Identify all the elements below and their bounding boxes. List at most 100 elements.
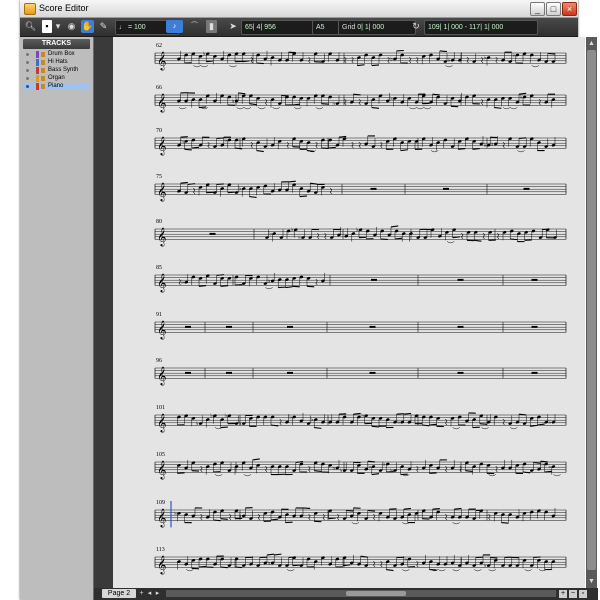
speaker-icon[interactable]: ◉ [65,20,78,33]
track-dot-icon [26,77,29,80]
quarter-rest-icon [329,187,333,195]
maximize-button[interactable]: □ [546,2,561,16]
zoom-tool-icon[interactable]: 🔍︎ [24,20,37,33]
whole-rest-icon [531,371,538,374]
whole-rest-icon [185,371,191,374]
note-beam [292,103,300,106]
rest-tool-icon[interactable]: ▮ [206,20,217,33]
quarter-rest-icon [265,465,268,473]
vertical-scrollbar[interactable]: ▲ ▼ [586,37,597,588]
whole-rest-icon [523,187,530,190]
note-tie [286,569,295,572]
note-beam [458,147,466,150]
track-item-hi-hats[interactable]: Hi Hats [23,59,90,66]
zoom-out-icon[interactable]: − [569,590,577,598]
pointer-icon: ➤ [229,21,237,31]
note-tie [243,474,252,477]
grid-label: Grid [342,24,356,31]
select-tool-dropdown-icon[interactable]: ▾ [54,20,62,33]
treble-clef-icon: 𝄞 [157,460,166,480]
flat-accidental-icon: ♭ [332,101,335,108]
vertical-scroll-thumb[interactable] [587,50,596,570]
measure-number: 96 [156,358,162,364]
staff-system: 80 𝄞 ♭ ♭ ♭ ♭ [154,219,567,247]
track-item-organ[interactable]: Organ [23,75,90,82]
note-beam [295,461,304,464]
close-button[interactable]: × [562,2,577,16]
whole-rest-icon [226,371,232,374]
flat-accidental-icon: ♭ [356,227,359,234]
measure-number: 75 [156,174,162,180]
track-instrument-icon [41,76,45,81]
note-beam [353,93,361,96]
zoom-fit-icon[interactable]: ▫ [579,590,587,598]
minimize-button[interactable]: _ [530,2,545,16]
measure-number: 70 [156,128,162,134]
position-display[interactable]: 65| 4| 956 [241,20,317,35]
loop-range-display[interactable]: 109| 1| 000 - 117| 1| 000 [424,20,538,35]
track-item-piano[interactable]: Piano [23,83,90,90]
note-beam [403,507,412,510]
key-display[interactable]: A5 [312,20,340,35]
hand-tool-icon[interactable]: ✋ [81,20,94,33]
note-beam [220,426,228,429]
flat-accidental-icon: ♭ [404,556,407,563]
note-beam [252,458,260,461]
horizontal-scrollbar[interactable] [166,590,556,597]
zoom-in-icon[interactable]: + [559,590,567,598]
note-beam [465,470,473,472]
track-color-swatch [36,83,39,90]
whole-rest-icon [457,371,464,374]
flat-accidental-icon: ♭ [484,563,487,570]
note-beam [494,107,502,109]
note-beam [472,148,480,150]
score-gutter [94,37,113,600]
flat-accidental-icon: ♭ [512,52,515,59]
page-add-icon[interactable]: + [138,589,145,598]
quarter-rest-icon [466,56,469,64]
track-instrument-icon [41,52,45,57]
pencil-tool-icon[interactable]: ✎ [97,20,110,33]
quarter-rest-icon [358,98,361,106]
note-tie [229,65,237,68]
track-dot-icon [26,61,29,64]
scroll-down-icon[interactable]: ▼ [587,577,596,586]
note-beam [306,150,315,152]
page-next-icon[interactable]: ▸ [154,589,161,598]
flat-accidental-icon: ♭ [332,465,335,472]
staff-system: 66 𝄞 ♭ ♭ ♭ ♭ [154,85,567,113]
grid-selector[interactable]: Grid 0| 1| 000 [338,20,416,35]
note-beam [234,566,243,569]
horizontal-scroll-thumb[interactable] [346,591,406,596]
track-name: Organ [48,75,65,81]
scroll-up-icon[interactable]: ▲ [587,39,596,48]
note-beam [270,424,279,427]
quarter-rest-icon [416,560,419,568]
flat-accidental-icon: ♭ [239,421,242,428]
note-beam [432,93,440,96]
flat-accidental-icon: ♭ [390,56,393,63]
note-beam [292,564,300,567]
quarter-rest-icon [265,98,268,106]
track-name: Drum Box [48,51,75,57]
loop-icon[interactable]: ↻ [411,20,421,33]
note-beam [346,509,354,512]
score-page[interactable]: 62 𝄞 ♭ ♭ ♭ ♭ ♭ 66 𝄞 ♭ ♭ ♭ ♭ 70 𝄞 ♭ ♭ ♭ ♭ 75 𝄞 ♭ 80 𝄞 ♭ ♭ ♭ ♭ 85 𝄞 ♭ ♭ 91… [113,37,585,588]
page-prev-icon[interactable]: ◂ [146,589,153,598]
track-item-bass-synth[interactable]: Bass Synth [23,67,90,74]
quarter-rest-icon [416,56,419,64]
note-beam [299,195,308,198]
measure-number: 101 [156,405,165,411]
note-beam [394,237,403,240]
select-tool-icon[interactable]: ▪ [42,20,52,33]
note-tie [524,569,532,572]
score-canvas[interactable]: 62 𝄞 ♭ ♭ ♭ ♭ ♭ 66 𝄞 ♭ ♭ ♭ ♭ 70 𝄞 ♭ ♭ ♭ ♭ 75 𝄞 ♭ 80 𝄞 ♭ ♭ ♭ ♭ 85 𝄞 ♭ ♭ 91… [113,37,585,588]
whole-rest-icon [443,187,449,190]
note-beam [292,285,300,288]
note-tie [452,522,460,525]
note-tie [416,107,424,110]
tie-tool-icon[interactable]: ⁀ [186,20,203,33]
triplet-toggle-icon[interactable]: ♪ [166,20,183,33]
track-item-drum-box[interactable]: Drum Box [23,51,90,58]
note-beam [270,518,279,521]
